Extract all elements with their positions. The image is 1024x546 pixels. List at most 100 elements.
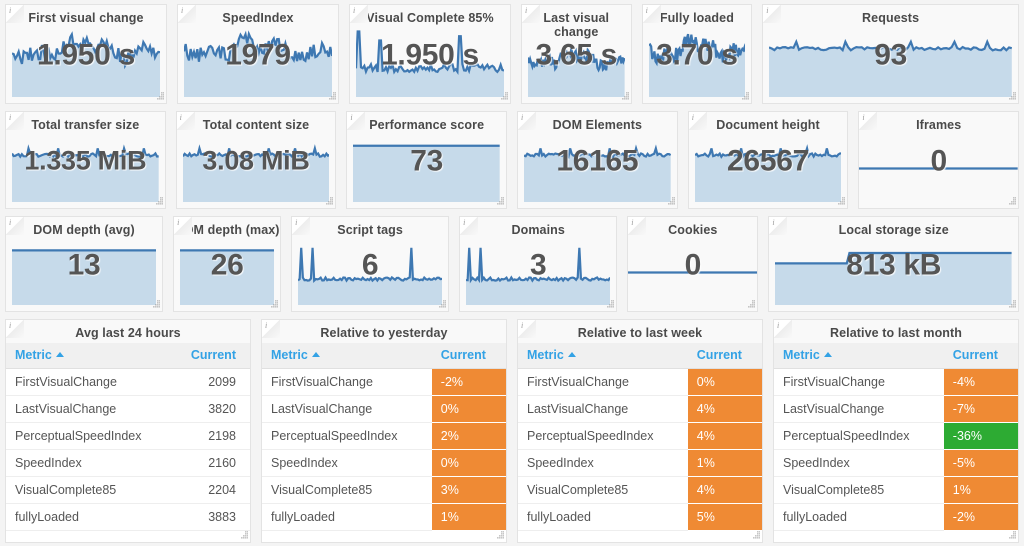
stat-panel[interactable]: i Performance score 73 <box>346 111 508 209</box>
panel-info-icon[interactable]: i <box>774 320 792 338</box>
table-row[interactable]: FirstVisualChange 2099 <box>6 368 250 396</box>
column-header-metric[interactable]: Metric <box>262 343 432 369</box>
resize-handle-icon[interactable] <box>666 197 675 206</box>
panel-info-icon[interactable]: i <box>174 217 193 235</box>
resize-handle-icon[interactable] <box>836 197 846 206</box>
panel-info-icon[interactable]: i <box>859 112 878 130</box>
table-row[interactable]: SpeedIndex 0% <box>262 449 506 477</box>
resize-handle-icon[interactable] <box>154 197 163 206</box>
resize-handle-icon[interactable] <box>1007 197 1017 206</box>
panel-info-icon[interactable]: i <box>518 320 536 338</box>
resize-handle-icon[interactable] <box>239 531 248 540</box>
table-row[interactable]: VisualComplete85 3% <box>262 476 506 504</box>
sort-ascending-icon[interactable] <box>55 352 64 357</box>
panel-info-icon[interactable]: i <box>628 217 647 235</box>
stat-panel[interactable]: i Last visual change 3.65 s <box>520 4 632 104</box>
stat-panel[interactable]: i DOM depth (max) 26 <box>173 216 282 312</box>
stat-panel[interactable]: i DOM Elements 16165 <box>517 111 678 209</box>
resize-handle-icon[interactable] <box>1007 300 1016 309</box>
panel-info-icon[interactable]: i <box>176 112 195 130</box>
column-header-metric[interactable]: Metric <box>6 343 172 369</box>
table-panel[interactable]: i Relative to last week Metric Current First… <box>517 319 763 543</box>
table-row[interactable]: FirstVisualChange -2% <box>262 368 506 396</box>
stat-panel[interactable]: i Visual Complete 85% 1.950 s <box>348 4 511 104</box>
resize-handle-icon[interactable] <box>327 92 336 101</box>
stat-panel[interactable]: i DOM depth (avg) 13 <box>5 216 164 312</box>
resize-handle-icon[interactable] <box>151 300 161 309</box>
resize-handle-icon[interactable] <box>620 92 629 101</box>
table-row[interactable]: PerceptualSpeedIndex 2% <box>262 422 506 450</box>
stat-panel[interactable]: i Total content size 3.08 MiB <box>175 111 337 209</box>
resize-handle-icon[interactable] <box>605 300 615 309</box>
table-scroll-area[interactable]: Metric Current FirstVisualChange 2099 LastVi… <box>6 343 250 542</box>
column-header-metric[interactable]: Metric <box>774 343 944 369</box>
panel-info-icon[interactable]: i <box>262 320 280 338</box>
table-panel[interactable]: i Relative to yesterday Metric Current First… <box>261 319 507 543</box>
resize-handle-icon[interactable] <box>1007 92 1016 101</box>
stat-panel[interactable]: i Document height 26567 <box>687 111 849 209</box>
resize-handle-icon[interactable] <box>751 531 760 540</box>
table-row[interactable]: SpeedIndex -5% <box>774 449 1018 477</box>
sort-ascending-icon[interactable] <box>311 352 320 357</box>
table-row[interactable]: VisualComplete85 4% <box>518 476 762 504</box>
table-row[interactable]: FirstVisualChange 0% <box>518 368 762 396</box>
table-row[interactable]: SpeedIndex 1% <box>518 449 762 477</box>
panel-info-icon[interactable]: i <box>763 5 782 23</box>
column-header-current[interactable]: Current <box>171 343 250 369</box>
table-row[interactable]: LastVisualChange 4% <box>518 395 762 423</box>
resize-handle-icon[interactable] <box>740 92 750 101</box>
column-header-current[interactable]: Current <box>943 343 1018 369</box>
table-row[interactable]: fullyLoaded 1% <box>262 503 506 531</box>
stat-panel[interactable]: i Local storage size 813 kB <box>768 216 1019 312</box>
column-header-current[interactable]: Current <box>687 343 762 369</box>
table-row[interactable]: VisualComplete85 2204 <box>6 476 250 504</box>
resize-handle-icon[interactable] <box>437 300 447 309</box>
table-row[interactable]: SpeedIndex 2160 <box>6 449 250 477</box>
table-panel[interactable]: i Relative to last month Metric Current Firs… <box>773 319 1019 543</box>
panel-info-icon[interactable]: i <box>347 112 366 130</box>
stat-panel[interactable]: i First visual change 1.950 s <box>5 4 167 104</box>
stat-panel[interactable]: i Iframes 0 <box>858 111 1020 209</box>
table-row[interactable]: PerceptualSpeedIndex 2198 <box>6 422 250 450</box>
resize-handle-icon[interactable] <box>269 300 279 309</box>
resize-handle-icon[interactable] <box>495 531 504 540</box>
resize-handle-icon[interactable] <box>1007 531 1016 540</box>
panel-info-icon[interactable]: i <box>642 5 661 23</box>
stat-panel[interactable]: i Total transfer size 1.335 MiB <box>5 111 166 209</box>
panel-info-icon[interactable]: i <box>688 112 707 130</box>
panel-info-icon[interactable]: i <box>292 217 311 235</box>
stat-panel[interactable]: i Script tags 6 <box>291 216 450 312</box>
table-scroll-area[interactable]: Metric Current FirstVisualChange -4% LastVis… <box>774 343 1018 542</box>
table-scroll-area[interactable]: Metric Current FirstVisualChange 0% LastVisu… <box>518 343 762 542</box>
table-scroll-area[interactable]: Metric Current FirstVisualChange -2% LastVis… <box>262 343 506 542</box>
table-row[interactable]: fullyLoaded 3883 <box>6 503 250 531</box>
table-row[interactable]: LastVisualChange 3820 <box>6 395 250 423</box>
panel-info-icon[interactable]: i <box>177 5 196 23</box>
stat-panel[interactable]: i Fully loaded 3.70 s <box>641 4 753 104</box>
panel-info-icon[interactable]: i <box>6 217 24 235</box>
stat-panel[interactable]: i Cookies 0 <box>627 216 759 312</box>
table-row[interactable]: PerceptualSpeedIndex -36% <box>774 422 1018 450</box>
resize-handle-icon[interactable] <box>495 197 505 206</box>
table-row[interactable]: fullyLoaded 5% <box>518 503 762 531</box>
panel-info-icon[interactable]: i <box>349 5 368 23</box>
resize-handle-icon[interactable] <box>155 92 164 101</box>
panel-info-icon[interactable]: i <box>521 5 540 23</box>
panel-info-icon[interactable]: i <box>6 112 24 130</box>
column-header-metric[interactable]: Metric <box>518 343 688 369</box>
stat-panel[interactable]: i Domains 3 <box>459 216 618 312</box>
table-row[interactable]: LastVisualChange 0% <box>262 395 506 423</box>
panel-info-icon[interactable]: i <box>518 112 537 130</box>
panel-info-icon[interactable]: i <box>460 217 479 235</box>
panel-info-icon[interactable]: i <box>6 320 24 338</box>
table-row[interactable]: LastVisualChange -7% <box>774 395 1018 423</box>
resize-handle-icon[interactable] <box>499 92 508 101</box>
table-row[interactable]: FirstVisualChange -4% <box>774 368 1018 396</box>
resize-handle-icon[interactable] <box>746 300 756 309</box>
stat-panel[interactable]: i Requests 93 <box>762 4 1019 104</box>
table-row[interactable]: PerceptualSpeedIndex 4% <box>518 422 762 450</box>
table-row[interactable]: VisualComplete85 1% <box>774 476 1018 504</box>
sort-ascending-icon[interactable] <box>567 352 576 357</box>
column-header-current[interactable]: Current <box>431 343 506 369</box>
table-panel[interactable]: i Avg last 24 hours Metric Current FirstVisu… <box>5 319 251 543</box>
